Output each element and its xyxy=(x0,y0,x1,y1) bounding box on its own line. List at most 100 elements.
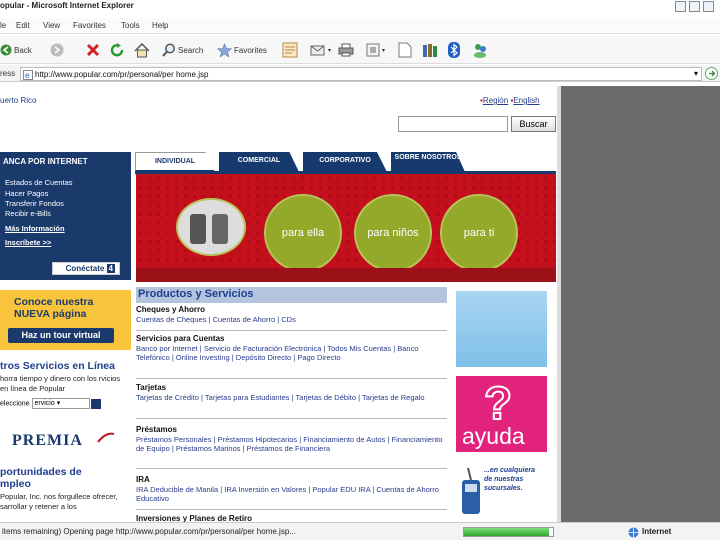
mail-button[interactable]: ▾ xyxy=(310,40,331,60)
print-button[interactable] xyxy=(338,40,354,60)
ayuda-label: ayuda xyxy=(462,423,525,449)
promo-banner[interactable]: para ella para niños para ti xyxy=(136,174,556,282)
internet-banking-box: ANCA POR INTERNET Estados de Cuentas Hac… xyxy=(0,152,131,280)
edit-icon xyxy=(366,43,380,57)
divider xyxy=(136,468,447,469)
tour-line2: NUEVA página xyxy=(14,308,87,320)
product-heading: Servicios para Cuentas xyxy=(136,334,225,343)
search-button[interactable]: Search xyxy=(162,40,203,60)
register-link[interactable]: Inscríbete >> xyxy=(5,238,51,247)
menu-view[interactable]: View xyxy=(43,21,60,30)
go-button[interactable] xyxy=(705,67,718,80)
virtual-tour-banner[interactable]: Conoce nuestra NUEVA página Haz un tour … xyxy=(0,290,131,350)
menu-favorites[interactable]: Favorites xyxy=(73,21,106,30)
internet-banking-heading: ANCA POR INTERNET xyxy=(3,157,88,166)
menu-edit[interactable]: Edit xyxy=(16,21,30,30)
connect-button[interactable]: Conéctate 4 xyxy=(52,262,120,275)
list-item: Estados de Cuentas xyxy=(5,178,73,187)
premia-logo[interactable]: PREMIA xyxy=(10,426,120,458)
title-bar: opular - Microsoft Internet Explorer xyxy=(0,0,720,14)
promo-circle-ti[interactable]: para ti xyxy=(440,194,518,272)
products-title: Productos y Servicios xyxy=(138,288,254,300)
product-links[interactable]: Cuentas de Cheques | Cuentas de Ahorro |… xyxy=(136,315,450,324)
employment-heading-2: mpleo xyxy=(0,478,31,490)
region-label: uerto Rico xyxy=(0,96,37,105)
online-services-text: horra tiempo y dinero con los rvicios en… xyxy=(0,374,121,393)
messenger-button[interactable] xyxy=(472,40,488,60)
english-link[interactable]: English xyxy=(513,96,539,105)
address-dropdown-icon[interactable]: ▾ xyxy=(694,69,698,78)
toolbar: Back Search Favorites ▾ ▾ xyxy=(0,36,720,64)
product-section: Préstamos Préstamos Personales | Préstam… xyxy=(136,425,450,453)
buscar-button[interactable]: Buscar xyxy=(511,116,556,132)
forward-button[interactable] xyxy=(50,40,64,60)
web-page: uerto Rico ▪Región ▪English Buscar INDIV… xyxy=(0,86,560,522)
premia-wordmark: PREMIA xyxy=(12,432,83,449)
edit-button[interactable]: ▾ xyxy=(366,40,385,60)
product-heading: Tarjetas xyxy=(136,383,167,392)
sky-promo-image[interactable] xyxy=(456,291,547,367)
menu-tools[interactable]: Tools xyxy=(121,21,140,30)
discuss-button[interactable] xyxy=(398,40,412,60)
home-button[interactable] xyxy=(134,40,150,60)
tab-comercial[interactable]: COMERCIAL xyxy=(219,152,299,172)
progress-bar xyxy=(463,527,554,537)
globe-icon xyxy=(628,527,639,538)
product-section: Tarjetas Tarjetas de Crédito | Tarjetas … xyxy=(136,383,450,402)
product-links[interactable]: Tarjetas de Crédito | Tarjetas para Estu… xyxy=(136,393,450,402)
refresh-button[interactable] xyxy=(110,40,125,60)
product-heading: IRA xyxy=(136,475,150,484)
search-icon xyxy=(162,43,175,57)
back-label: Back xyxy=(14,45,32,55)
products-header: Productos y Servicios xyxy=(136,287,447,303)
address-field[interactable]: e http://www.popular.com/pr/personal/per… xyxy=(20,67,702,81)
messenger-icon xyxy=(474,44,486,58)
question-mark-icon: ? xyxy=(483,376,513,430)
list-item: Recibir e-Bills xyxy=(5,209,51,218)
region-link[interactable]: Región xyxy=(483,96,508,105)
tab-sobre-nosotros[interactable]: SOBRE NOSOTROS xyxy=(391,152,465,172)
bluetooth-button[interactable] xyxy=(448,40,460,60)
divider xyxy=(136,330,447,331)
research-button[interactable] xyxy=(422,40,438,60)
tab-sobre-nosotros-label: SOBRE NOSOTROS xyxy=(394,154,462,161)
divider xyxy=(136,378,447,379)
menu-help[interactable]: Help xyxy=(152,21,168,30)
back-button[interactable]: Back xyxy=(0,40,32,60)
go-arrow-icon[interactable] xyxy=(91,398,102,409)
tour-button[interactable]: Haz un tour virtual xyxy=(8,328,114,343)
ayuda-banner[interactable]: ? ayuda xyxy=(456,376,547,452)
stop-icon xyxy=(86,43,100,57)
promo-circle-ella[interactable]: para ella xyxy=(264,194,342,272)
branch-promo[interactable]: ...en cualquiera de nuestras sucursales. xyxy=(456,458,547,522)
maximize-button[interactable] xyxy=(689,1,700,12)
menu-bar: le Edit View Favorites Tools Help xyxy=(0,18,720,34)
phone-icon xyxy=(462,467,480,514)
menu-file[interactable]: le xyxy=(0,21,6,30)
product-links[interactable]: Préstamos Personales | Préstamos Hipotec… xyxy=(136,435,450,453)
select-value: ervicio xyxy=(34,400,55,407)
stop-button[interactable] xyxy=(86,40,100,60)
minimize-button[interactable] xyxy=(675,1,686,12)
tab-individual[interactable]: INDIVIDUAL xyxy=(135,152,215,172)
speakers-image xyxy=(176,198,246,256)
tab-corporativo[interactable]: CORPORATIVO xyxy=(303,152,387,172)
promo-circle-ninos[interactable]: para niños xyxy=(354,194,432,272)
address-bar: ress e http://www.popular.com/pr/persona… xyxy=(0,65,720,82)
product-links[interactable]: IRA Deducible de Manila | IRA Inversión … xyxy=(136,485,450,503)
refresh-icon xyxy=(110,42,124,56)
site-search-input[interactable] xyxy=(398,116,508,132)
bluetooth-icon xyxy=(448,42,460,58)
history-button[interactable] xyxy=(282,40,298,60)
close-window-button[interactable] xyxy=(703,1,714,12)
branch-line-2: de nuestras xyxy=(484,476,524,483)
product-links[interactable]: Banco por Internet | Servicio de Factura… xyxy=(136,344,450,362)
promo-label-ella: para ella xyxy=(281,227,325,239)
more-info-link[interactable]: Más Información xyxy=(5,224,65,233)
region-links: ▪Región ▪English xyxy=(480,96,540,105)
branch-text: ...en cualquiera de nuestras sucursales. xyxy=(484,466,535,493)
forward-icon xyxy=(50,43,64,57)
service-select[interactable]: ervicio ▾ xyxy=(31,398,90,409)
favorites-button[interactable]: Favorites xyxy=(217,40,267,60)
divider xyxy=(136,418,447,419)
